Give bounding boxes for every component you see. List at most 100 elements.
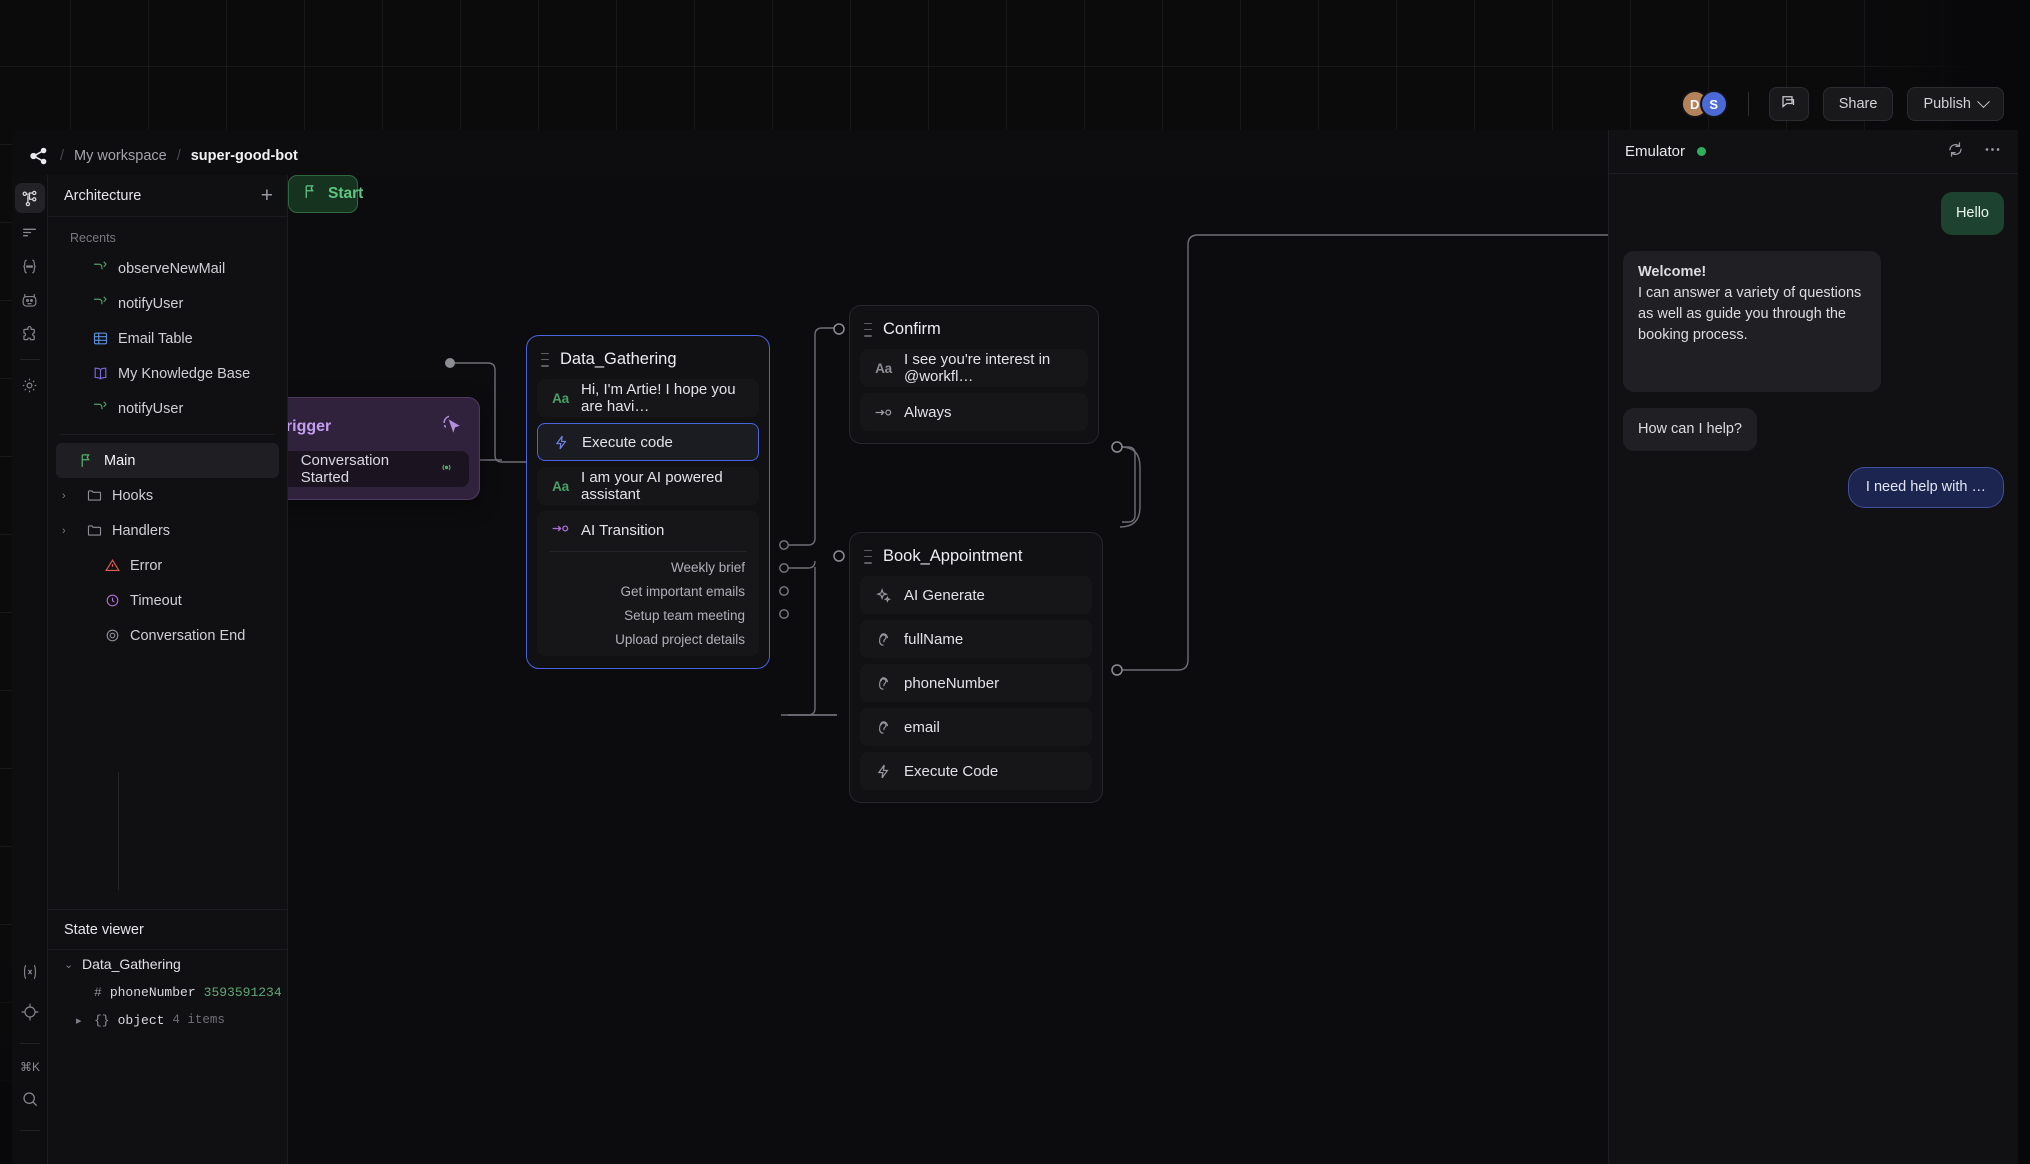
state-row-0[interactable]: #phoneNumber3593591234 xyxy=(48,978,287,1006)
drag-handle-icon[interactable] xyxy=(864,323,872,337)
drag-handle-icon[interactable] xyxy=(541,353,549,367)
sidebar-item-integrations[interactable] xyxy=(15,319,45,349)
sidebar-item-settings[interactable] xyxy=(15,370,45,400)
recent-item-2[interactable]: Email Table xyxy=(56,321,279,356)
trigger-node[interactable]: Trigger xyxy=(288,397,480,500)
flow-canvas[interactable]: Start Trigger xyxy=(288,175,1608,1164)
chat-message-user-3[interactable]: I need help with … xyxy=(1848,467,2004,508)
avatar-group: D S xyxy=(1681,90,1728,118)
breadcrumb-bot[interactable]: super-good-bot xyxy=(191,148,298,164)
ai-transition-option-0[interactable]: Weekly brief xyxy=(537,556,759,580)
book-row-fullname[interactable]: fullName xyxy=(860,620,1092,658)
book-row-email[interactable]: email xyxy=(860,708,1092,746)
data-gathering-node[interactable]: Data_Gathering Aa Hi, I'm Artie! I hope … xyxy=(526,335,770,669)
target-circle-icon xyxy=(104,627,121,644)
text-aa-icon: Aa xyxy=(551,391,570,406)
explorer-panel: Architecture + Recents observeNewMailnot… xyxy=(48,175,288,1164)
node-row-label: I see you're interest in @workfl… xyxy=(904,351,1074,385)
state-key: object xyxy=(118,1013,165,1028)
ai-transition-label: AI Transition xyxy=(581,522,664,539)
drag-handle-icon[interactable] xyxy=(864,550,872,564)
ear-listen-icon xyxy=(874,719,893,736)
section-label: Recents xyxy=(48,225,287,251)
recent-item-3[interactable]: My Knowledge Base xyxy=(56,356,279,391)
recent-item-label: notifyUser xyxy=(118,401,183,417)
flow-tree-list: Main › Hooks ›HandlersErrorTimeoutConversat… xyxy=(48,443,287,653)
sidebar-item-error[interactable]: Error xyxy=(56,548,279,583)
share-button[interactable]: Share xyxy=(1823,87,1894,121)
folder-icon xyxy=(86,487,103,504)
ear-listen-icon xyxy=(874,631,893,648)
recent-item-0[interactable]: observeNewMail xyxy=(56,251,279,286)
node-row-label: email xyxy=(904,719,940,736)
breadcrumb-workspace[interactable]: My workspace xyxy=(74,148,167,164)
book-row-phonenumber[interactable]: phoneNumber xyxy=(860,664,1092,702)
emulator-messages: HelloWelcome!I can answer a variety of q… xyxy=(1609,174,2018,526)
node-row-label: AI Generate xyxy=(904,587,985,604)
sidebar-item-variables[interactable] xyxy=(15,251,45,281)
page-title: Architecture xyxy=(64,188,141,204)
chevron-down-icon: ⌄ xyxy=(64,958,74,971)
ai-transition-block: AI Transition Weekly briefGet important … xyxy=(537,511,759,656)
state-viewer-root[interactable]: ⌄ Data_Gathering xyxy=(48,950,287,978)
trigger-row-conversation-started[interactable]: Conversation Started xyxy=(288,451,469,487)
icon-rail-bottom: ⌘K xyxy=(12,949,48,1164)
add-button[interactable]: + xyxy=(261,185,273,206)
chevron-right-icon[interactable]: › xyxy=(62,525,74,537)
emulator-title: Emulator xyxy=(1625,143,1685,160)
ai-transition-option-2[interactable]: Setup team meeting xyxy=(537,604,759,628)
sidebar-item-timeout[interactable]: Timeout xyxy=(56,583,279,618)
search-icon[interactable] xyxy=(15,1084,45,1114)
expand-caret-icon[interactable]: ▸ xyxy=(76,1014,86,1027)
chat-message-bot-1: Welcome!I can answer a variety of questi… xyxy=(1623,251,1881,392)
toolbar-divider xyxy=(1748,92,1749,116)
refresh-icon[interactable] xyxy=(1946,140,1965,164)
ai-transition-option-1[interactable]: Get important emails xyxy=(537,580,759,604)
status-badge xyxy=(1697,147,1706,156)
chevron-down-icon xyxy=(1977,95,1990,108)
sidebar-item-bot[interactable] xyxy=(15,285,45,315)
ai-transition-option-3[interactable]: Upload project details xyxy=(537,628,759,652)
comment-button[interactable] xyxy=(1769,87,1809,121)
table-icon xyxy=(92,330,109,347)
publish-button[interactable]: Publish xyxy=(1907,87,2004,121)
confirm-node-header: Confirm xyxy=(850,306,1098,349)
node-row-message[interactable]: Aa I see you're interest in @workfl… xyxy=(860,349,1088,387)
node-row-label: Execute Code xyxy=(904,763,998,780)
sidebar-item-label: Hooks xyxy=(112,488,153,504)
ellipsis-icon[interactable] xyxy=(1983,140,2002,164)
sidebar-item-lines[interactable] xyxy=(15,217,45,247)
rail-logo[interactable] xyxy=(12,139,48,175)
avatar[interactable]: S xyxy=(1700,90,1728,118)
state-viewer-rows: #phoneNumber3593591234▸{}object4 items xyxy=(48,978,287,1034)
command-k-shortcut[interactable]: ⌘K xyxy=(20,1060,40,1074)
node-row-label: Execute code xyxy=(582,434,673,451)
target-focus-icon[interactable] xyxy=(15,997,45,1027)
expression-x-icon[interactable] xyxy=(15,957,45,987)
book-icon xyxy=(92,365,109,382)
lightning-icon xyxy=(874,763,893,780)
sidebar-item-conversation-end[interactable]: Conversation End xyxy=(56,618,279,653)
node-row-transition[interactable]: Always xyxy=(860,393,1088,431)
node-row-label: I am your AI powered assistant xyxy=(581,469,745,503)
recent-item-4[interactable]: notifyUser xyxy=(56,391,279,426)
book-row-execute code[interactable]: Execute Code xyxy=(860,752,1092,790)
node-row-execute-code[interactable]: Execute code xyxy=(537,423,759,461)
sidebar-item-flow-tree[interactable] xyxy=(15,183,45,213)
book-row-ai generate[interactable]: AI Generate xyxy=(860,576,1092,614)
chevron-right-icon[interactable]: › xyxy=(62,490,74,502)
book-appointment-node-title: Book_Appointment xyxy=(883,547,1022,566)
ai-transition-header[interactable]: AI Transition xyxy=(537,511,759,549)
confirm-node[interactable]: Confirm Aa I see you're interest in @wor… xyxy=(849,305,1099,444)
sidebar-item-main[interactable]: Main xyxy=(56,443,279,478)
chat-message-bot-2: How can I help? xyxy=(1623,408,1757,451)
recent-item-1[interactable]: notifyUser xyxy=(56,286,279,321)
node-row-message[interactable]: Aa I am your AI powered assistant xyxy=(537,467,759,505)
sidebar-item-hooks[interactable]: › Hooks xyxy=(56,478,279,513)
sidebar-item-handlers[interactable]: ›Handlers xyxy=(56,513,279,548)
node-row-label: Hi, I'm Artie! I hope you are havi… xyxy=(581,381,745,415)
divider xyxy=(60,434,275,435)
node-row-message[interactable]: Aa Hi, I'm Artie! I hope you are havi… xyxy=(537,379,759,417)
state-row-1[interactable]: ▸{}object4 items xyxy=(48,1006,287,1034)
book-appointment-node[interactable]: Book_Appointment AI Generate fullName phon… xyxy=(849,532,1103,803)
